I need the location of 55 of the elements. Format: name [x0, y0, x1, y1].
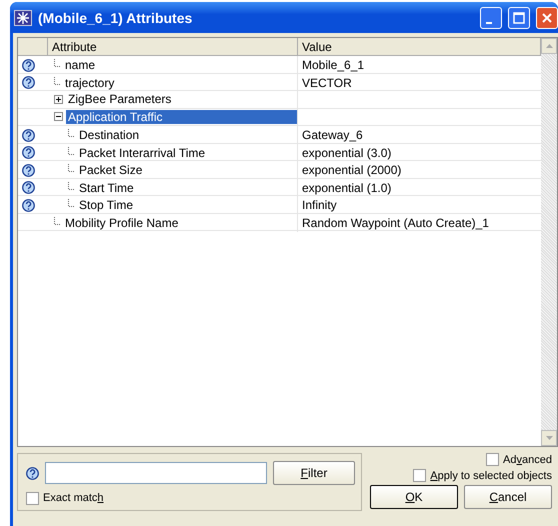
down-arrow-icon	[546, 436, 552, 440]
cancel-button[interactable]: Cancel	[464, 485, 552, 509]
tree-line-icon	[54, 59, 61, 67]
help-icon	[22, 58, 35, 72]
tree-line-icon	[68, 199, 75, 207]
help-icon	[22, 164, 35, 176]
up-arrow-icon	[546, 44, 552, 48]
help-icon	[22, 181, 35, 194]
attribute-name[interactable]: trajectory	[63, 76, 297, 90]
maximize-button[interactable]	[508, 6, 530, 28]
filter-button[interactable]: Filter	[273, 461, 355, 486]
tree-line-icon	[68, 164, 75, 172]
attribute-name[interactable]: Packet Interarrival Time	[77, 146, 297, 160]
attribute-name[interactable]: Destination	[77, 128, 297, 142]
column-header[interactable]: Attribute	[48, 38, 298, 56]
attribute-name[interactable]: Packet Size	[77, 163, 297, 177]
attribute-name[interactable]: Stop Time	[77, 198, 297, 212]
attribute-value[interactable]: Gateway_6	[302, 128, 363, 142]
attribute-value[interactable]: VECTOR	[302, 76, 352, 90]
attribute-name[interactable]: name	[63, 58, 297, 72]
minimize-icon	[486, 22, 492, 24]
attribute-value[interactable]: exponential (3.0)	[302, 146, 392, 160]
tree-line-icon	[68, 146, 75, 154]
attribute-value[interactable]: Random Waypoint (Auto Create)_1	[302, 216, 489, 230]
attribute-value[interactable]: Mobile_6_1	[302, 58, 364, 72]
attribute-value[interactable]: Infinity	[302, 198, 337, 212]
checkbox[interactable]: Apply to selected objects	[413, 469, 552, 482]
close-button[interactable]	[536, 6, 558, 28]
star-icon	[14, 10, 32, 26]
checkbox[interactable]: Exact match	[26, 492, 355, 505]
checkbox[interactable]: Advanced	[486, 453, 552, 466]
attribute-value[interactable]: exponential (2000)	[302, 163, 402, 177]
maximize-icon	[513, 12, 525, 24]
minimize-button[interactable]	[480, 6, 502, 28]
tree-line-icon	[68, 182, 75, 190]
collapse-icon[interactable]	[54, 112, 63, 122]
attribute-name[interactable]: ZigBee Parameters	[66, 92, 297, 106]
help-icon	[22, 128, 35, 142]
close-icon	[542, 12, 552, 22]
help-icon	[22, 76, 35, 89]
filter-field[interactable]	[45, 462, 267, 484]
help-icon	[26, 466, 39, 480]
attribute-name[interactable]: Start Time	[77, 180, 297, 194]
tree-line-icon	[54, 76, 61, 84]
expand-icon[interactable]	[54, 94, 63, 104]
help-icon	[22, 198, 35, 212]
attribute-name[interactable]: Mobility Profile Name	[63, 216, 297, 230]
ok-button[interactable]: OK	[370, 485, 458, 509]
attribute-value[interactable]: exponential (1.0)	[302, 180, 392, 194]
attribute-name[interactable]: Application Traffic	[66, 110, 297, 124]
window-title: (Mobile_6_1) Attributes	[38, 10, 192, 26]
scrollbar[interactable]	[541, 38, 557, 446]
help-icon	[22, 146, 35, 159]
tree-line-icon	[68, 129, 75, 137]
tree-line-icon	[54, 216, 61, 224]
